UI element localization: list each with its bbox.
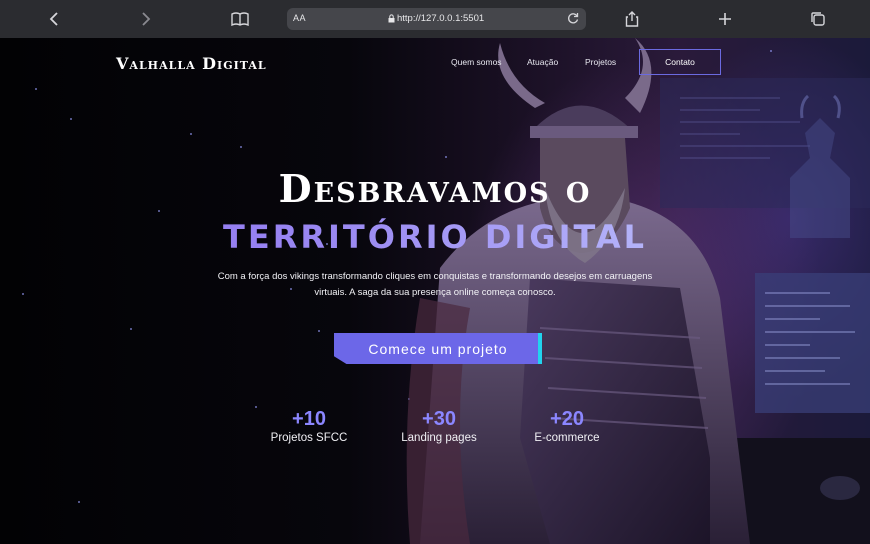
text-size-button[interactable]: AA <box>293 13 306 23</box>
forward-icon[interactable] <box>136 9 156 29</box>
back-icon[interactable] <box>44 9 64 29</box>
stat-label: E-commerce <box>534 432 600 444</box>
stat-ecommerce: +20 E-commerce <box>507 408 627 444</box>
address-bar[interactable]: AA http://127.0.0.1:5501 <box>287 8 586 30</box>
nav-item-atuacao[interactable]: Atuação <box>527 57 558 67</box>
stat-landing-pages: +30 Landing pages <box>379 408 499 444</box>
site-logo[interactable]: Valhalla Digital <box>116 54 267 73</box>
cta-accent-edge <box>538 333 542 364</box>
reload-icon[interactable] <box>566 11 580 25</box>
stat-sfcc: +10 Projetos SFCC <box>249 408 369 444</box>
new-tab-icon[interactable] <box>715 9 735 29</box>
browser-toolbar: AA http://127.0.0.1:5501 <box>0 0 870 38</box>
start-project-button[interactable]: Comece um projeto <box>334 333 542 364</box>
hero-title-line1: Desbravamos o <box>278 166 592 211</box>
tabs-overview-icon[interactable] <box>808 9 828 29</box>
contact-button[interactable]: Contato <box>639 49 721 75</box>
lock-icon <box>388 14 395 23</box>
url-text: http://127.0.0.1:5501 <box>397 13 485 24</box>
stat-value: +10 <box>292 408 326 430</box>
share-icon[interactable] <box>622 9 642 29</box>
nav-item-quem-somos[interactable]: Quem somos <box>451 57 502 67</box>
hero-title-line2: TERRITÓRIO DIGITAL <box>0 218 870 256</box>
stat-value: +20 <box>550 408 584 430</box>
stat-label: Landing pages <box>401 432 477 444</box>
nav-item-projetos[interactable]: Projetos <box>585 57 616 67</box>
stat-value: +30 <box>422 408 456 430</box>
stat-label: Projetos SFCC <box>270 432 348 444</box>
hero-subtitle: Com a força dos vikings transformando cl… <box>217 271 653 298</box>
bookmarks-icon[interactable] <box>230 9 250 29</box>
hero-section: Valhalla Digital Quem somos Atuação Proj… <box>0 38 870 544</box>
